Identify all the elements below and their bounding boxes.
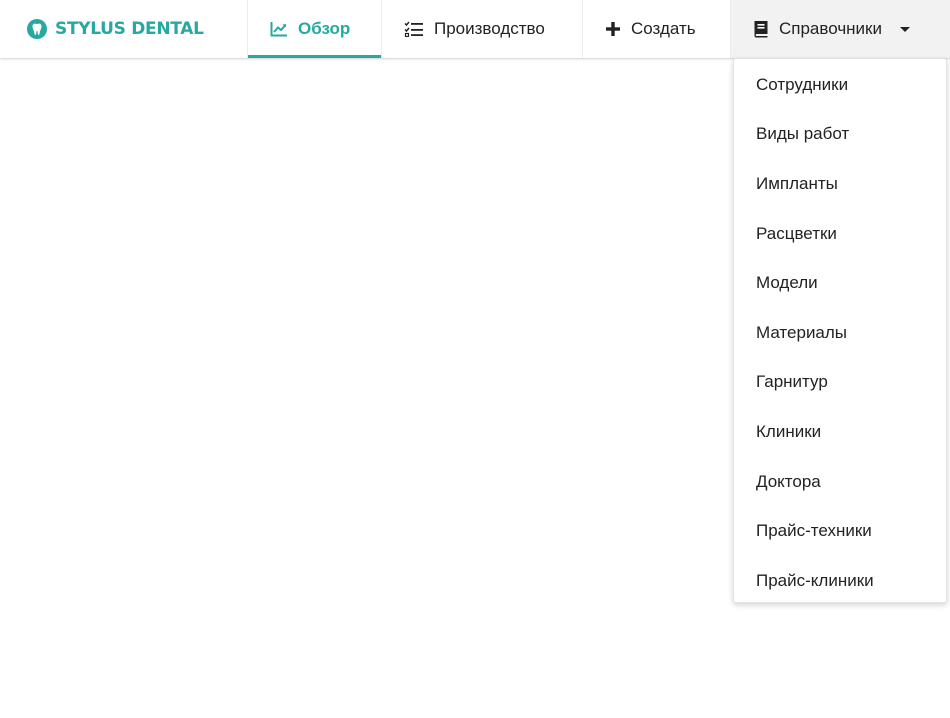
tab-production[interactable]: Производство	[382, 0, 583, 58]
dropdown-item-implants[interactable]: Импланты	[734, 159, 946, 209]
dropdown-item-doctors[interactable]: Доктора	[734, 457, 946, 507]
tab-production-label: Производство	[434, 19, 545, 38]
book-icon	[753, 20, 769, 38]
dropdown-item-work-types[interactable]: Виды работ	[734, 110, 946, 160]
dropdown-item-clinics[interactable]: Клиники	[734, 407, 946, 457]
caret-down-icon	[900, 26, 910, 32]
dropdown-item-shades[interactable]: Расцветки	[734, 209, 946, 259]
dropdown-item-employees[interactable]: Сотрудники	[734, 60, 946, 110]
tab-create-label: Создать	[631, 19, 696, 38]
brand-name: STYLUS DENTAL	[55, 19, 204, 39]
tooth-logo-icon	[26, 18, 48, 40]
top-navbar: STYLUS DENTAL Обзор Производство Создать…	[0, 0, 950, 58]
dropdown-item-models[interactable]: Модели	[734, 258, 946, 308]
plus-icon	[605, 21, 621, 37]
dropdown-item-price-clinics[interactable]: Прайс-клиники	[734, 556, 946, 606]
tab-create[interactable]: Создать	[583, 0, 731, 58]
references-dropdown-menu: Сотрудники Виды работ Импланты Расцветки…	[733, 58, 947, 603]
tab-overview[interactable]: Обзор	[248, 0, 382, 58]
brand[interactable]: STYLUS DENTAL	[0, 0, 248, 58]
dropdown-item-price-technicians[interactable]: Прайс-техники	[734, 506, 946, 556]
dropdown-item-sets[interactable]: Гарнитур	[734, 358, 946, 408]
tab-references[interactable]: Справочники	[731, 0, 950, 58]
list-check-icon	[404, 21, 424, 37]
tab-overview-label: Обзор	[298, 19, 351, 38]
dropdown-item-materials[interactable]: Материалы	[734, 308, 946, 358]
chart-line-icon	[270, 21, 288, 37]
tab-references-label: Справочники	[779, 19, 882, 38]
